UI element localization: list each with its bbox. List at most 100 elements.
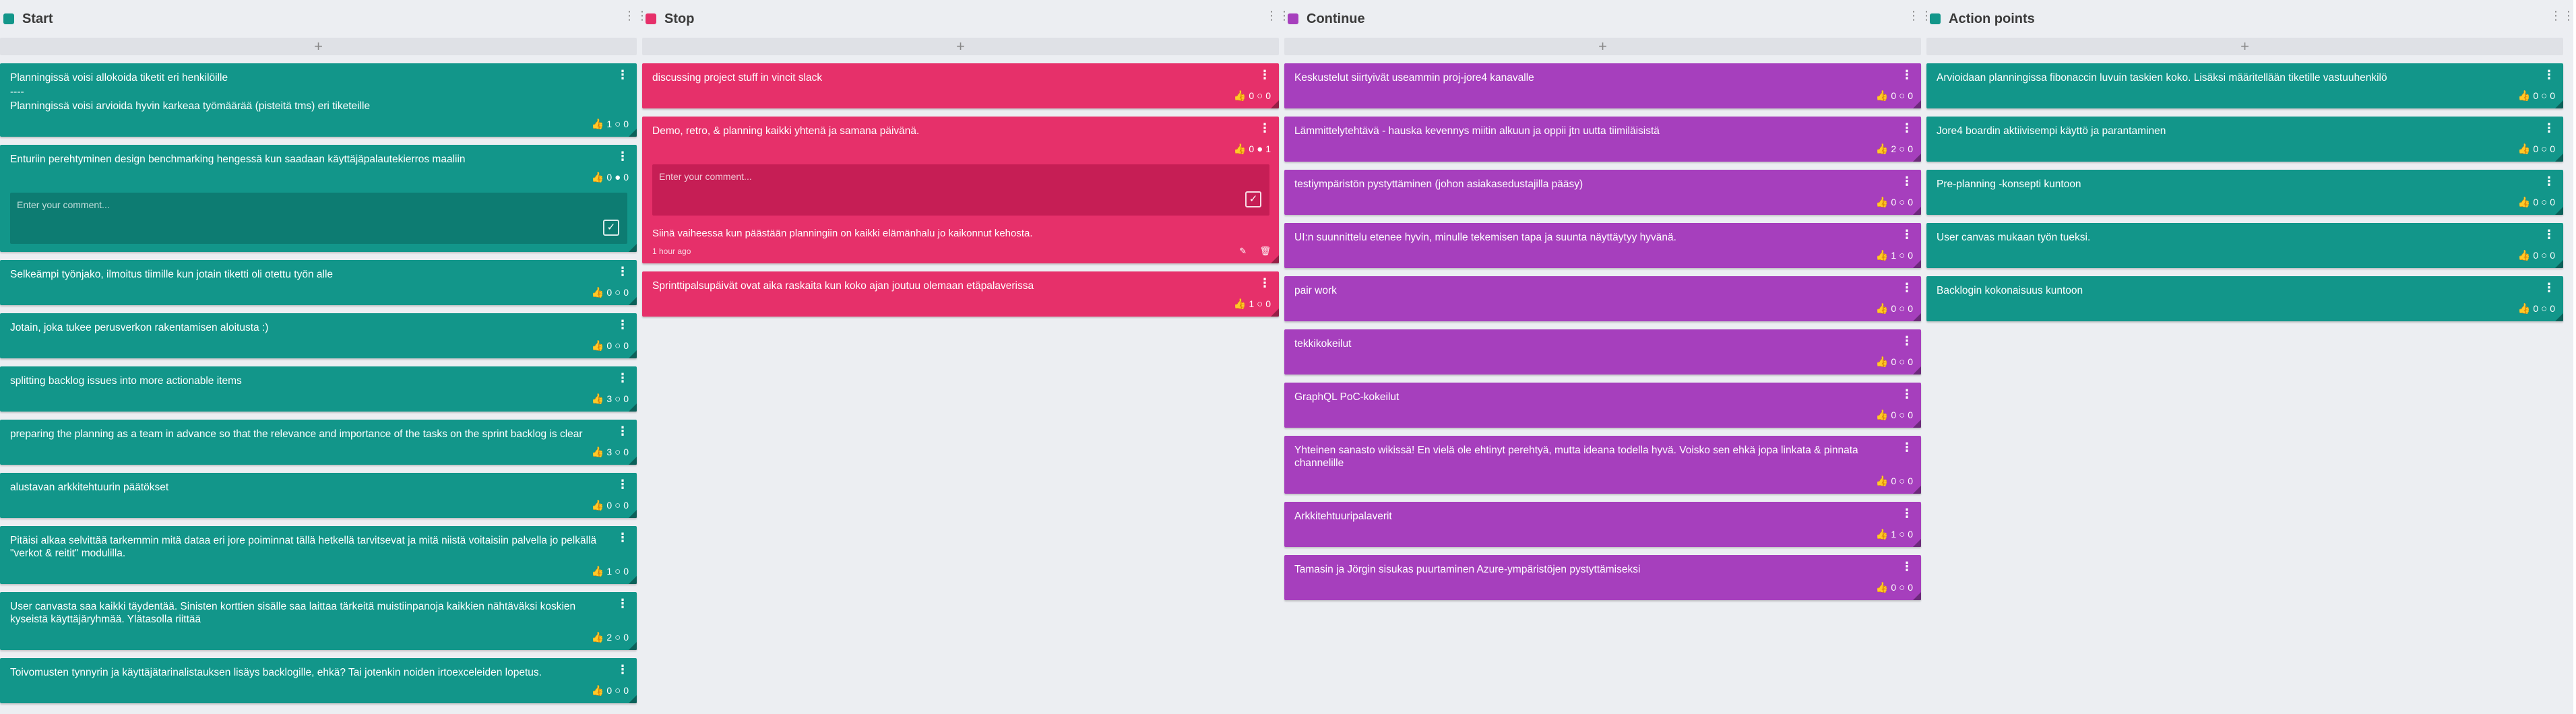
- card[interactable]: Backlogin kokonaisuus kuntoon ⋮ 👍 0 ○ 0: [1926, 276, 2563, 321]
- comment-icon[interactable]: ○: [615, 393, 621, 405]
- thumbs-up-icon[interactable]: 👍: [1876, 528, 1889, 540]
- card[interactable]: Jore4 boardin aktiivisempi käyttö ja par…: [1926, 117, 2563, 162]
- card[interactable]: alustavan arkkitehtuurin päätökset ⋮ 👍 0…: [0, 473, 637, 518]
- comment-icon[interactable]: ○: [615, 685, 621, 696]
- comment-input[interactable]: [652, 164, 1269, 189]
- comment-icon[interactable]: ○: [1899, 529, 1905, 540]
- card[interactable]: Pre-planning -konsepti kuntoon ⋮ 👍 0 ○ 0: [1926, 170, 2563, 215]
- card[interactable]: UI:n suunnittelu etenee hyvin, minulle t…: [1284, 223, 1921, 268]
- thumbs-up-icon[interactable]: 👍: [1876, 409, 1889, 421]
- card-menu-icon[interactable]: ⋮: [1259, 69, 1271, 81]
- thumbs-up-icon[interactable]: 👍: [592, 446, 604, 458]
- thumbs-up-icon[interactable]: 👍: [1876, 356, 1889, 368]
- card-menu-icon[interactable]: ⋮: [1901, 228, 1913, 240]
- thumbs-up-icon[interactable]: 👍: [1876, 196, 1889, 208]
- card[interactable]: Jotain, joka tukee perusverkon rakentami…: [0, 313, 637, 358]
- card[interactable]: GraphQL PoC-kokeilut ⋮ 👍 0 ○ 0: [1284, 383, 1921, 428]
- thumbs-up-icon[interactable]: 👍: [592, 684, 604, 696]
- drag-handle-icon[interactable]: ⋮⋮: [1265, 9, 1290, 26]
- thumbs-up-icon[interactable]: 👍: [1876, 302, 1889, 315]
- thumbs-up-icon[interactable]: 👍: [592, 393, 604, 405]
- trash-icon[interactable]: 🗑: [1259, 246, 1271, 256]
- comment-icon[interactable]: ○: [1899, 476, 1905, 487]
- card[interactable]: Demo, retro, & planning kaikki yhtenä ja…: [642, 117, 1279, 263]
- card[interactable]: pair work ⋮ 👍 0 ○ 0: [1284, 276, 1921, 321]
- drag-handle-icon[interactable]: ⋮⋮: [1908, 9, 1933, 26]
- comment-icon[interactable]: ○: [615, 632, 621, 643]
- card-menu-icon[interactable]: ⋮: [2543, 175, 2555, 187]
- comment-icon[interactable]: ○: [1899, 250, 1905, 261]
- card[interactable]: Yhteinen sanasto wikissä! En vielä ole e…: [1284, 436, 1921, 494]
- card-menu-icon[interactable]: ⋮: [1901, 122, 1913, 134]
- comment-icon[interactable]: ○: [2541, 197, 2547, 208]
- card-menu-icon[interactable]: ⋮: [617, 425, 629, 437]
- thumbs-up-icon[interactable]: 👍: [592, 118, 604, 130]
- card-menu-icon[interactable]: ⋮: [1901, 335, 1913, 347]
- comment-icon[interactable]: ○: [1899, 582, 1905, 593]
- card-menu-icon[interactable]: ⋮: [2543, 282, 2555, 294]
- submit-comment-icon[interactable]: ✓: [603, 220, 619, 236]
- thumbs-up-icon[interactable]: 👍: [592, 565, 604, 577]
- card[interactable]: User canvasta saa kaikki täydentää. Sini…: [0, 592, 637, 650]
- card[interactable]: Selkeämpi työnjako, ilmoitus tiimille ku…: [0, 260, 637, 305]
- card-menu-icon[interactable]: ⋮: [617, 478, 629, 490]
- thumbs-up-icon[interactable]: 👍: [1234, 90, 1247, 102]
- add-card-button[interactable]: +: [1926, 38, 2563, 55]
- thumbs-up-icon[interactable]: 👍: [1234, 298, 1247, 310]
- comment-input[interactable]: [10, 193, 627, 217]
- card-menu-icon[interactable]: ⋮: [1901, 282, 1913, 294]
- card-menu-icon[interactable]: ⋮: [1259, 122, 1271, 134]
- card-menu-icon[interactable]: ⋮: [1901, 560, 1913, 573]
- comment-icon[interactable]: ○: [2541, 90, 2547, 102]
- comment-icon[interactable]: ○: [1899, 410, 1905, 421]
- comment-icon[interactable]: ○: [615, 500, 621, 511]
- card[interactable]: Toivomusten tynnyrin ja käyttäjätarinali…: [0, 658, 637, 703]
- card[interactable]: testiympäristön pystyttäminen (johon asi…: [1284, 170, 1921, 215]
- card[interactable]: Keskustelut siirtyivät useammin proj-jor…: [1284, 63, 1921, 108]
- thumbs-up-icon[interactable]: 👍: [592, 339, 604, 352]
- card[interactable]: Lämmittelytehtävä - hauska kevennys miit…: [1284, 117, 1921, 162]
- comment-icon[interactable]: ○: [1899, 197, 1905, 208]
- comment-icon[interactable]: ○: [1257, 298, 1263, 310]
- card[interactable]: Enturiin perehtyminen design benchmarkin…: [0, 145, 637, 252]
- card-menu-icon[interactable]: ⋮: [1901, 388, 1913, 400]
- comment-icon[interactable]: ○: [1899, 90, 1905, 102]
- thumbs-up-icon[interactable]: 👍: [592, 286, 604, 298]
- card-menu-icon[interactable]: ⋮: [617, 597, 629, 610]
- thumbs-up-icon[interactable]: 👍: [2518, 90, 2531, 102]
- submit-comment-icon[interactable]: ✓: [1245, 191, 1261, 207]
- card-menu-icon[interactable]: ⋮: [1901, 69, 1913, 81]
- add-card-button[interactable]: +: [0, 38, 637, 55]
- thumbs-up-icon[interactable]: 👍: [1876, 581, 1889, 593]
- comment-icon[interactable]: ●: [1257, 143, 1263, 155]
- card-menu-icon[interactable]: ⋮: [2543, 228, 2555, 240]
- comment-icon[interactable]: ○: [1257, 90, 1263, 102]
- card-menu-icon[interactable]: ⋮: [617, 319, 629, 331]
- comment-icon[interactable]: ○: [615, 287, 621, 298]
- comment-icon[interactable]: ○: [1899, 143, 1905, 155]
- add-card-button[interactable]: +: [1284, 38, 1921, 55]
- card[interactable]: preparing the planning as a team in adva…: [0, 420, 637, 465]
- thumbs-up-icon[interactable]: 👍: [2518, 196, 2531, 208]
- card[interactable]: Tamasin ja Jörgin sisukas puurtaminen Az…: [1284, 555, 1921, 600]
- card-menu-icon[interactable]: ⋮: [2543, 122, 2555, 134]
- edit-icon[interactable]: ✎: [1239, 246, 1247, 256]
- comment-icon[interactable]: ○: [615, 566, 621, 577]
- card[interactable]: User canvas mukaan työn tueksi. ⋮ 👍 0 ○ …: [1926, 223, 2563, 268]
- thumbs-up-icon[interactable]: 👍: [2518, 302, 2531, 315]
- thumbs-up-icon[interactable]: 👍: [592, 499, 604, 511]
- thumbs-up-icon[interactable]: 👍: [592, 631, 604, 643]
- card[interactable]: splitting backlog issues into more actio…: [0, 366, 637, 412]
- thumbs-up-icon[interactable]: 👍: [592, 171, 604, 183]
- comment-icon[interactable]: ○: [2541, 250, 2547, 261]
- comment-icon[interactable]: ○: [1899, 356, 1905, 368]
- card-menu-icon[interactable]: ⋮: [1901, 175, 1913, 187]
- card-menu-icon[interactable]: ⋮: [2543, 69, 2555, 81]
- card[interactable]: Arvioidaan planningissa fibonaccin luvui…: [1926, 63, 2563, 108]
- thumbs-up-icon[interactable]: 👍: [2518, 249, 2531, 261]
- thumbs-up-icon[interactable]: 👍: [1234, 143, 1247, 155]
- thumbs-up-icon[interactable]: 👍: [2518, 143, 2531, 155]
- comment-icon[interactable]: ○: [2541, 303, 2547, 315]
- comment-icon[interactable]: ○: [2541, 143, 2547, 155]
- card-menu-icon[interactable]: ⋮: [1259, 277, 1271, 289]
